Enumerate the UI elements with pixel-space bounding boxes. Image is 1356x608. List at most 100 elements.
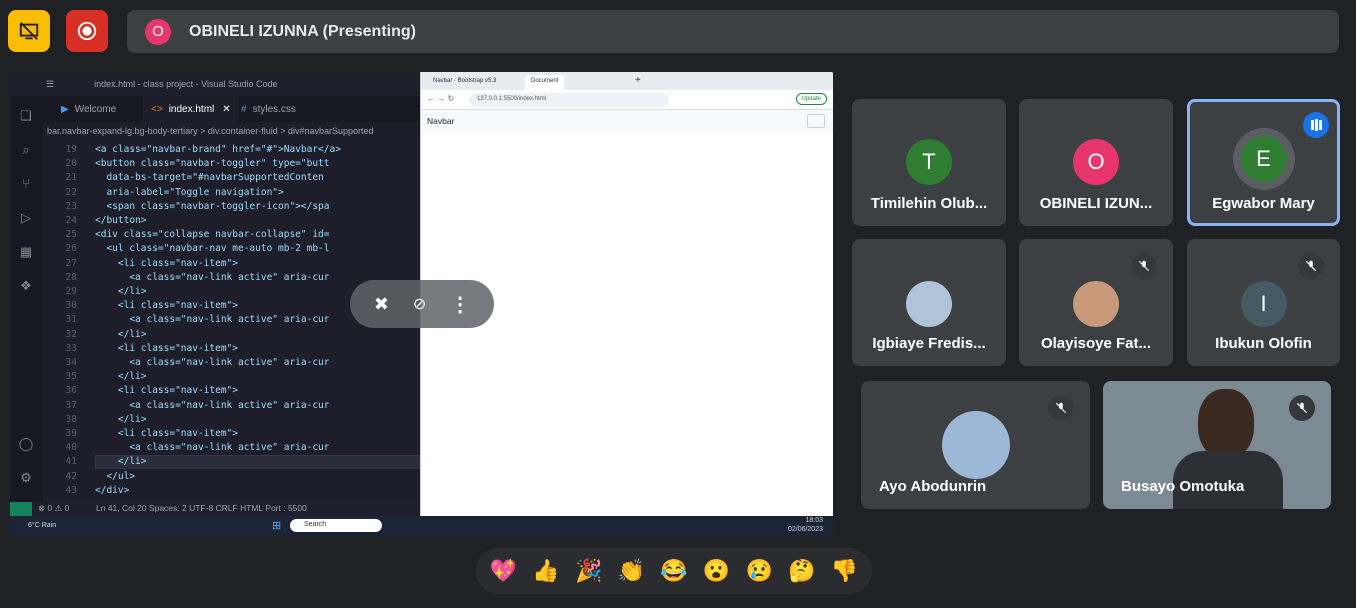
reaction-button[interactable]: 🤔 — [788, 558, 815, 584]
participant-tile[interactable]: Olayisoye Fat... — [1019, 239, 1173, 366]
participant-name: Igbiaye Fredis... — [872, 335, 986, 352]
vscode-tabs: ▶ Welcome <> index.html ✕ # styles.css — [43, 96, 420, 122]
code-line: <li class="nav-item"> — [95, 342, 238, 354]
windows-taskbar: 6°C Rain ⊞ Search 18:03 02/06/2023 — [10, 516, 833, 536]
navbar-brand[interactable]: Navbar — [427, 116, 454, 126]
participant-tile[interactable]: O OBINELI IZUN... — [1019, 99, 1173, 226]
reaction-button[interactable]: 👏 — [618, 558, 645, 584]
status-position: Ln 41, Col 20 Spaces: 2 UTF-8 CRLF HTML … — [96, 503, 307, 513]
participant-name: Olayisoye Fat... — [1040, 335, 1152, 352]
code-line: </li> — [95, 328, 147, 340]
code-line: <ul class="navbar-nav me-auto mb-2 mb-l — [95, 243, 330, 255]
reaction-button[interactable]: 👍 — [532, 558, 559, 584]
line-number: 20 — [65, 158, 77, 170]
code-line: </div> — [95, 484, 130, 496]
reaction-button[interactable]: 😂 — [660, 558, 687, 584]
figma-icon[interactable]: ❖ — [18, 278, 34, 294]
more-options-icon[interactable]: ⋮ — [450, 292, 470, 317]
line-number: 25 — [65, 229, 77, 241]
reaction-button[interactable]: 😮 — [703, 558, 730, 584]
reaction-button[interactable]: 🎉 — [575, 558, 602, 584]
line-number: 40 — [65, 442, 77, 454]
participant-tile[interactable]: Igbiaye Fredis... — [852, 239, 1006, 366]
line-number: 38 — [65, 413, 77, 425]
mic-off-icon — [1048, 395, 1074, 421]
explorer-icon[interactable]: ❏ — [18, 108, 34, 124]
code-line: <li class="nav-item"> — [95, 300, 238, 312]
settings-gear-icon[interactable]: ⚙ — [18, 470, 34, 486]
line-number: 39 — [65, 428, 77, 439]
recording-button[interactable] — [66, 10, 108, 52]
participant-tile[interactable]: T Timilehin Olub... — [852, 99, 1006, 226]
line-number: 41 — [65, 456, 77, 468]
participant-photo — [1073, 281, 1119, 327]
participant-avatar: E — [1240, 136, 1287, 182]
tab-index-html[interactable]: <> index.html ✕ — [143, 96, 239, 122]
run-debug-icon[interactable]: ▷ — [18, 210, 34, 226]
breadcrumb: bar.navbar-expand-lg.bg-body-tertiary > … — [43, 122, 420, 140]
line-number: 30 — [65, 300, 77, 312]
update-button[interactable]: Update — [795, 93, 827, 105]
tab-styles-css[interactable]: # styles.css — [233, 96, 304, 122]
code-line: </button> — [95, 215, 147, 226]
code-line: <a class="navbar-brand" href="#">Navbar<… — [95, 144, 341, 155]
line-number: 34 — [65, 357, 77, 368]
line-number: 19 — [65, 144, 77, 155]
participant-photo — [941, 411, 1010, 479]
line-number: 33 — [65, 342, 77, 354]
hide-screen-icon[interactable]: ⊘ — [413, 294, 426, 314]
code-line: <div class="collapse navbar-collapse" id… — [95, 229, 330, 241]
participant-avatar: O — [1073, 139, 1119, 185]
participant-tile[interactable]: I Ibukun Olofin — [1187, 239, 1340, 366]
windows-start-icon[interactable]: ⊞ — [272, 519, 281, 532]
browser-tab-bootstrap[interactable]: Navbar · Bootstrap v5.3 — [427, 75, 502, 90]
line-number: 36 — [65, 385, 77, 397]
participant-video-tile[interactable]: Busayo Omotuka — [1103, 381, 1331, 509]
taskbar-search[interactable]: Search — [290, 519, 382, 532]
extensions-icon[interactable]: ▦ — [18, 244, 34, 260]
code-line: <li class="nav-item"> — [95, 428, 238, 439]
line-number: 22 — [65, 186, 77, 198]
back-icon[interactable]: ← → ↻ — [427, 94, 454, 103]
account-icon[interactable]: ◯ — [18, 436, 34, 452]
participant-name: OBINELI IZUN... — [1039, 195, 1153, 212]
participant-tile[interactable]: Ayo Abodunrin — [861, 381, 1090, 509]
reaction-button[interactable]: 😢 — [746, 558, 773, 584]
code-line: data-bs-target="#navbarSupportedConten — [95, 172, 324, 184]
weather-widget[interactable]: 6°C Rain — [28, 522, 56, 529]
vscode-statusbar: ⊗ 0 ⚠ 0 Ln 41, Col 20 Spaces: 2 UTF-8 CR… — [10, 502, 420, 516]
unpin-icon[interactable]: ✖ — [374, 294, 389, 315]
browser-tab-document[interactable]: Document — [525, 75, 565, 90]
participant-name: Busayo Omotuka — [1121, 478, 1245, 495]
participant-avatar: T — [906, 139, 952, 185]
tab-welcome[interactable]: ▶ Welcome — [53, 96, 124, 122]
code-line: </ul> — [95, 470, 136, 482]
line-number: 27 — [65, 257, 77, 269]
menu-icon: ☰ — [46, 78, 55, 89]
reaction-button[interactable]: 👎 — [831, 558, 858, 584]
line-number: 24 — [65, 215, 77, 226]
source-control-icon[interactable]: ⑂ — [18, 176, 34, 192]
reaction-button[interactable]: 💖 — [490, 558, 517, 584]
participant-tile-speaking[interactable]: E Egwabor Mary — [1187, 99, 1340, 226]
code-line: <button class="navbar-toggler" type="but… — [95, 158, 330, 170]
code-line: <li class="nav-item"> — [95, 257, 238, 269]
participant-name: Ibukun Olofin — [1215, 335, 1312, 352]
new-tab-icon[interactable]: + — [635, 75, 641, 86]
navbar-toggler-button[interactable] — [807, 114, 825, 128]
code-line: </li> — [95, 413, 147, 425]
record-icon — [77, 21, 97, 41]
stop-presenting-button[interactable] — [8, 10, 50, 52]
participant-name: Ayo Abodunrin — [879, 478, 987, 495]
address-bar[interactable]: 127.0.0.1:5500/index.html — [469, 93, 669, 107]
code-line: aria-label="Toggle navigation"> — [95, 186, 284, 198]
code-line: <a class="nav-link active" aria-cur — [95, 442, 330, 454]
participant-name: Timilehin Olub... — [870, 195, 988, 212]
page-navbar: Navbar — [421, 110, 833, 132]
vscode-titlebar: ☰ index.html - class project - Visual St… — [10, 72, 420, 96]
browser-toolbar: ← → ↻ 127.0.0.1:5500/index.html Update — [421, 90, 833, 110]
mic-off-icon — [1298, 253, 1324, 279]
code-line: <a class="nav-link active" aria-cur — [95, 357, 330, 368]
remote-indicator[interactable] — [10, 502, 32, 516]
search-icon[interactable]: ⌕ — [18, 142, 34, 158]
